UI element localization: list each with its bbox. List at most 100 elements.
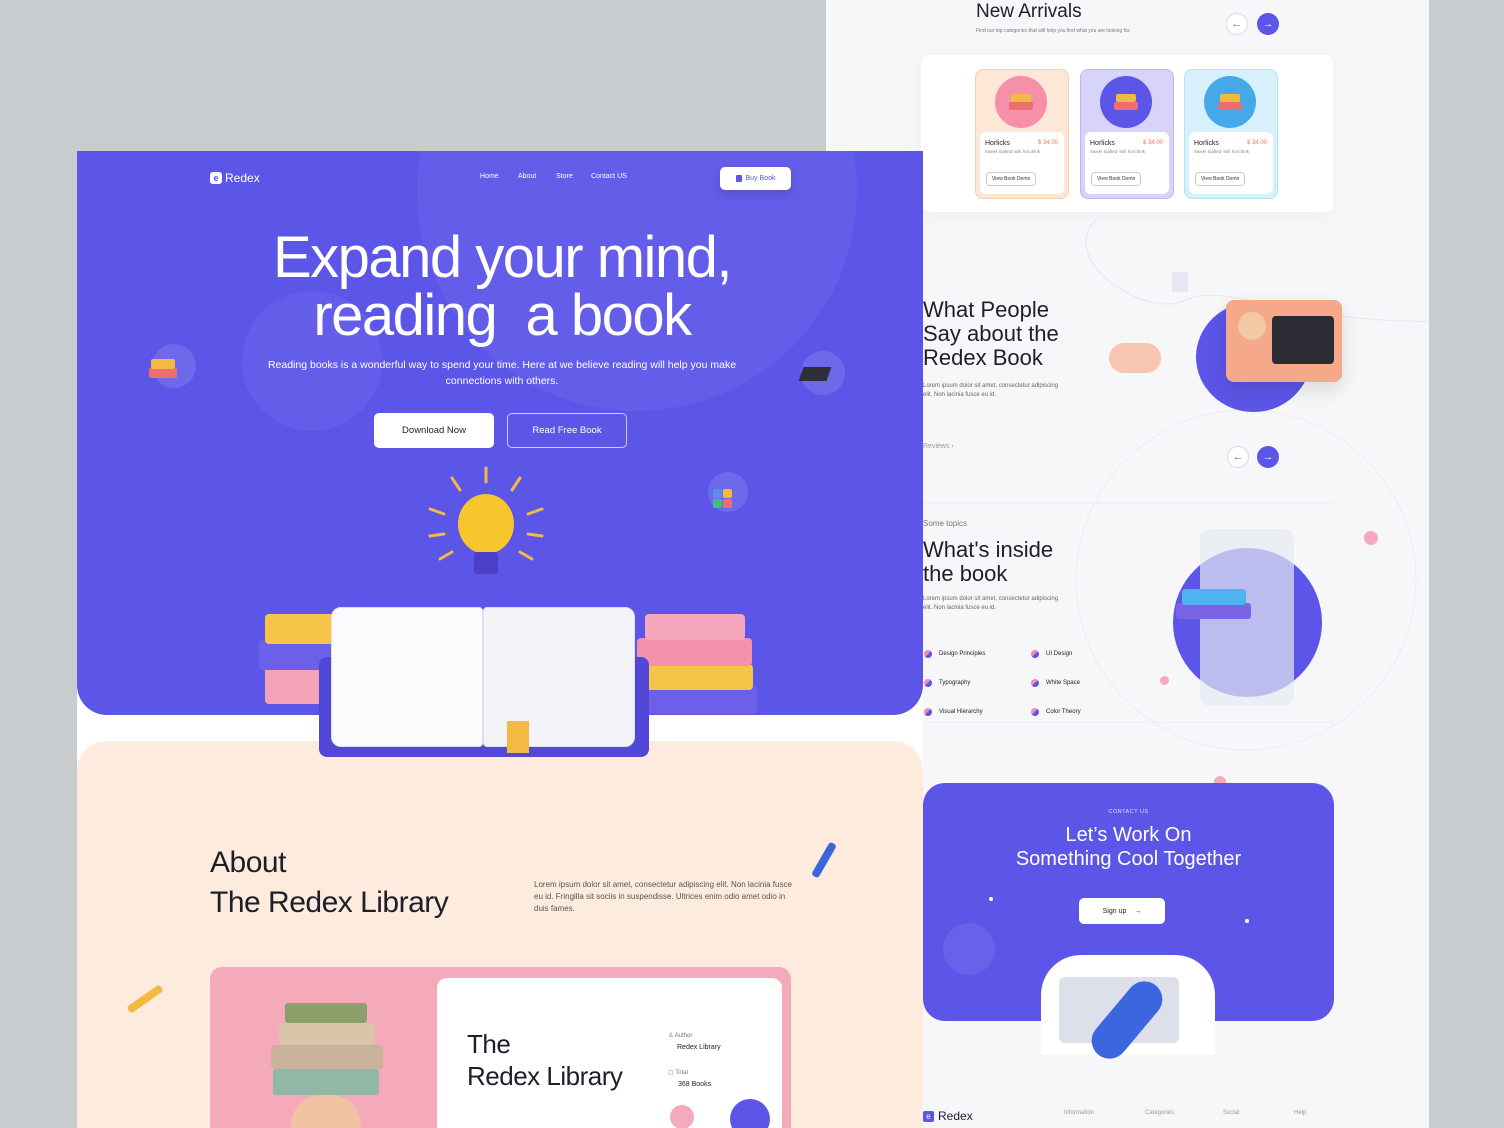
arrivals-subtitle: Find our top categories that will help y… [976,28,1131,34]
arrow-left-icon: ← [1231,18,1243,30]
arrivals-panel: Horlicks $ 34.00 Sweet malted milk hot d… [921,55,1333,212]
topic-item[interactable]: Design Principles [924,650,985,658]
book-card-desc: Sweet malted milk hot drink [985,149,1041,154]
book-card-desc: Sweet malted milk hot drink [1090,149,1146,154]
book-card-thumb [995,76,1047,128]
nav-contact[interactable]: Contact US [591,173,627,180]
footer-link-social[interactable]: Social [1223,1110,1239,1116]
about-text: Lorem ipsum dolor sit amet, consectetur … [534,880,792,913]
decor-circle [943,923,995,975]
book-card-price: $ 34.00 [1037,140,1058,146]
arrivals-next-button[interactable]: → [1257,13,1279,35]
bookmark-icon [507,721,529,753]
book-card-price: $ 34.00 [1142,140,1163,146]
book-stack-icon [1009,92,1033,112]
nav-store[interactable]: Store [556,173,573,180]
library-title: The Redex Library [467,1029,623,1091]
light-bulb-icon [428,466,544,574]
topic-bullet-icon [924,650,932,658]
topic-bullet-icon [1031,708,1039,716]
buy-book-button[interactable]: Buy Book [720,167,791,190]
hero-subline: Reading books is a wonderful way to spen… [267,359,737,387]
signup-button[interactable]: Sign up → [1079,898,1165,924]
book-stack-icon [1114,92,1138,112]
book-card-desc: Sweet malted milk hot drink [1194,149,1250,154]
author-value: Redex Library [677,1044,721,1051]
total-label: ▢ Total [668,1070,688,1076]
footer-link-information[interactable]: Information [1064,1110,1094,1116]
book-stack-icon [1218,92,1242,112]
decor-circle [730,1099,770,1128]
book-card-1[interactable]: Horlicks $ 34.00 Sweet malted milk hot d… [975,69,1069,199]
teacher-avatar [1238,312,1266,340]
topics-title: What's inside the book [923,537,1054,586]
topic-item[interactable]: Visual Hierarchy [924,708,983,716]
book-card-thumb [1100,76,1152,128]
graduation-cap-icon [798,367,832,381]
shopping-bag-icon [735,175,742,182]
open-book-icon [319,601,649,759]
footer-link-help[interactable]: Help [1294,1110,1306,1116]
arrivals-prev-button[interactable]: ← [1226,13,1248,35]
topic-item[interactable]: White Space [1031,679,1080,687]
library-card: The Redex Library ♙ Author Redex Library… [210,967,791,1128]
book-card-2[interactable]: Horlicks $ 34.00 Sweet malted milk hot d… [1080,69,1174,199]
video-call-illustration [1226,300,1342,382]
decor-dot [989,897,993,901]
reviews-link[interactable]: Reviews › [923,443,954,450]
topic-bullet-icon [924,708,932,716]
book-stack-right [637,606,762,715]
book-card-thumb [1204,76,1256,128]
topic-item[interactable]: Typography [924,679,970,687]
decor-dot [1364,531,1378,545]
testimonials-text: Lorem ipsum dolor sit amet, consectetur … [923,383,1059,398]
decor-circle [670,1105,694,1128]
pencil-illustration-card [1041,955,1215,1067]
topic-bullet-icon [924,679,932,687]
author-label: ♙ Author [668,1033,693,1039]
book-card-3[interactable]: Horlicks $ 34.00 Sweet malted milk hot d… [1184,69,1278,199]
testimonials-title: What People Say about the Redex Book [923,297,1059,370]
total-value: 368 Books [678,1081,712,1088]
view-book-demo-button[interactable]: View Book Demo [1195,172,1246,186]
logo[interactable]: e Redex [210,171,260,185]
view-book-demo-button[interactable]: View Book Demo [986,172,1037,186]
topic-bullet-icon [1031,650,1039,658]
read-free-book-button[interactable]: Read Free Book [507,413,627,448]
topic-bullet-icon [1031,679,1039,687]
book-stack-icon [149,356,179,380]
view-book-demo-button[interactable]: View Book Demo [1091,172,1142,186]
topic-item[interactable]: Color Theory [1031,708,1081,716]
library-info-panel: The Redex Library ♙ Author Redex Library… [437,978,782,1128]
topics-eyebrow: Some topics [923,519,968,528]
footer-logo[interactable]: e Redex [923,1109,973,1123]
topic-item[interactable]: UI Design [1031,650,1072,658]
decor-dot [1160,676,1169,685]
books-3d-icon [1176,585,1256,625]
testimonials-next-button[interactable]: → [1257,446,1279,468]
contact-eyebrow: CONTACT US [1108,809,1149,815]
footer-link-categories[interactable]: Categories [1145,1110,1174,1116]
reviewer-avatar-pill [1109,343,1161,373]
nav-about[interactable]: About [518,173,536,180]
contact-card: CONTACT US Let’s Work On Something Cool … [923,783,1334,1067]
decor-dot [1245,919,1249,923]
arrow-left-icon: ← [1232,451,1244,463]
contact-title: Let’s Work On Something Cool Together [1015,824,1242,870]
calculator-icon [713,489,733,511]
arrow-right-icon: → [1262,451,1274,463]
document-icon [1172,272,1188,292]
download-now-button[interactable]: Download Now [374,413,494,448]
arrow-right-icon: → [1262,18,1274,30]
hero-headline: Expand your mind, reading a book [272,225,733,348]
blackboard [1272,316,1334,364]
book-card-price: $ 34.00 [1246,140,1267,146]
hand-holding-books-image [265,997,395,1128]
about-title: About The Redex Library [210,846,449,919]
nav-home[interactable]: Home [480,173,499,180]
arrow-right-icon: → [1134,907,1142,915]
arrivals-title: New Arrivals [976,1,1082,22]
testimonials-prev-button[interactable]: ← [1227,446,1249,468]
landing-page-preview-left: e Redex Home About Store Contact US Buy … [77,151,923,1128]
topics-text: Lorem ipsum dolor sit amet, consectetur … [923,596,1059,611]
